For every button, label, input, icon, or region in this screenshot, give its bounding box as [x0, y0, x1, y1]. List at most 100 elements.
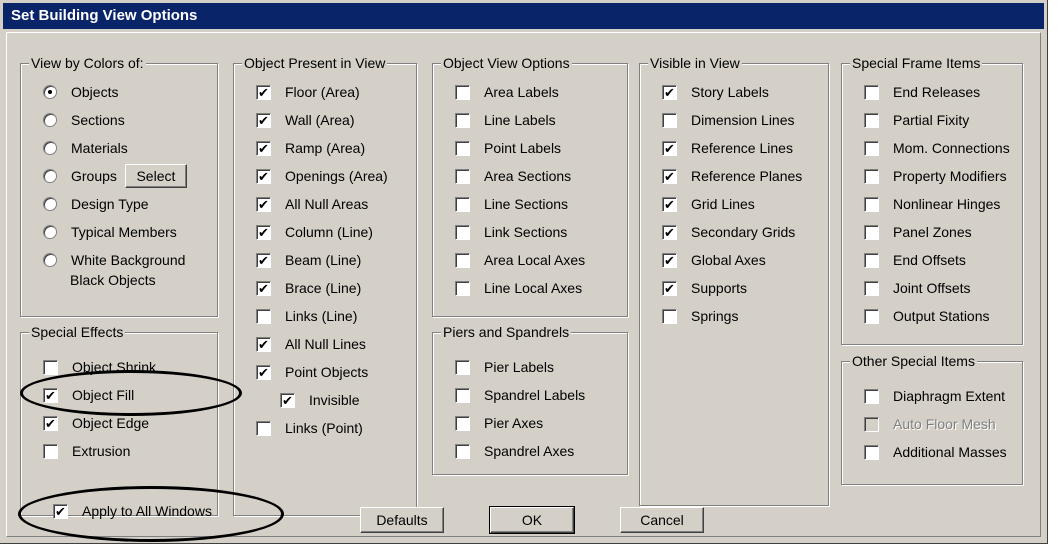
checkbox-pier-labels[interactable]: Pier Labels [455, 357, 554, 377]
selected-radio-button[interactable] [43, 85, 57, 99]
checked-checkbox-box[interactable]: ✔ [256, 84, 271, 100]
unchecked-checkbox-box[interactable] [864, 168, 879, 184]
unchecked-checkbox-box[interactable] [455, 387, 470, 403]
checkbox-dimension-lines[interactable]: Dimension Lines [662, 110, 795, 130]
cancel-button[interactable]: Cancel [620, 507, 704, 533]
checkbox-object-edge[interactable]: ✔ Object Edge [43, 413, 149, 433]
checkbox-beam-line[interactable]: ✔ Beam (Line) [256, 250, 361, 270]
checked-checkbox-box[interactable]: ✔ [256, 112, 271, 128]
checked-checkbox-box[interactable]: ✔ [662, 224, 677, 240]
checkbox-all-null-areas[interactable]: ✔ All Null Areas [256, 194, 368, 214]
checked-checkbox-box[interactable]: ✔ [256, 336, 271, 352]
checkbox-floor-area[interactable]: ✔ Floor (Area) [256, 82, 360, 102]
apply-to-all-windows-box[interactable]: ✔ [53, 503, 68, 519]
checkbox-partial-fixity[interactable]: Partial Fixity [864, 110, 969, 130]
checkbox-line-labels[interactable]: Line Labels [455, 110, 556, 130]
checkbox-diaphragm-extent[interactable]: Diaphragm Extent [864, 386, 1005, 406]
checkbox-secondary-grids[interactable]: ✔ Secondary Grids [662, 222, 795, 242]
checked-checkbox-box[interactable]: ✔ [256, 140, 271, 156]
checkbox-mom-connections[interactable]: Mom. Connections [864, 138, 1010, 158]
checked-checkbox-box[interactable]: ✔ [43, 387, 58, 403]
unchecked-checkbox-box[interactable] [455, 112, 470, 128]
checkbox-reference-lines[interactable]: ✔ Reference Lines [662, 138, 793, 158]
ok-button[interactable]: OK [489, 506, 575, 534]
defaults-button[interactable]: Defaults [360, 507, 444, 533]
apply-to-all-windows-checkbox[interactable]: ✔ Apply to All Windows [53, 501, 212, 521]
checkbox-openings-area[interactable]: ✔ Openings (Area) [256, 166, 388, 186]
checkbox-object-fill[interactable]: ✔ Object Fill [43, 385, 134, 405]
checkbox-joint-offsets[interactable]: Joint Offsets [864, 278, 971, 298]
checkbox-area-labels[interactable]: Area Labels [455, 82, 559, 102]
checkbox-all-null-lines[interactable]: ✔ All Null Lines [256, 334, 366, 354]
checkbox-brace-line[interactable]: ✔ Brace (Line) [256, 278, 361, 298]
unchecked-checkbox-box[interactable] [455, 84, 470, 100]
checkbox-end-releases[interactable]: End Releases [864, 82, 980, 102]
radio-groups[interactable]: Groups Select [43, 164, 187, 188]
checkbox-link-sections[interactable]: Link Sections [455, 222, 567, 242]
unchecked-checkbox-box[interactable] [864, 280, 879, 296]
unchecked-checkbox-box[interactable] [43, 359, 58, 375]
unselected-radio-button[interactable] [43, 113, 57, 127]
checkbox-links-line[interactable]: Links (Line) [256, 306, 357, 326]
radio-objects[interactable]: Objects [43, 82, 118, 102]
unchecked-checkbox-box[interactable] [455, 252, 470, 268]
radio-design-type[interactable]: Design Type [43, 194, 149, 214]
checked-checkbox-box[interactable]: ✔ [280, 392, 295, 408]
checked-checkbox-box[interactable]: ✔ [43, 415, 58, 431]
checked-checkbox-box[interactable]: ✔ [256, 280, 271, 296]
unchecked-checkbox-box[interactable] [455, 443, 470, 459]
checkbox-line-sections[interactable]: Line Sections [455, 194, 568, 214]
unchecked-checkbox-box[interactable] [43, 443, 58, 459]
checked-checkbox-box[interactable]: ✔ [256, 364, 271, 380]
unselected-radio-button[interactable] [43, 197, 57, 211]
unchecked-checkbox-box[interactable] [864, 140, 879, 156]
checkbox-point-labels[interactable]: Point Labels [455, 138, 561, 158]
unchecked-checkbox-box[interactable] [864, 252, 879, 268]
checkbox-spandrel-axes[interactable]: Spandrel Axes [455, 441, 574, 461]
checkbox-links-point[interactable]: Links (Point) [256, 418, 363, 438]
checkbox-panel-zones[interactable]: Panel Zones [864, 222, 972, 242]
checked-checkbox-box[interactable]: ✔ [662, 280, 677, 296]
checked-checkbox-box[interactable]: ✔ [662, 252, 677, 268]
unselected-radio-button[interactable] [43, 169, 57, 183]
unselected-radio-button[interactable] [43, 225, 57, 239]
checkbox-additional-masses[interactable]: Additional Masses [864, 442, 1007, 462]
radio-white-background[interactable]: White Background [43, 250, 185, 270]
checkbox-wall-area[interactable]: ✔ Wall (Area) [256, 110, 355, 130]
checkbox-springs[interactable]: Springs [662, 306, 738, 326]
checkbox-invisible[interactable]: ✔ Invisible [280, 390, 360, 410]
checked-checkbox-box[interactable]: ✔ [662, 196, 677, 212]
checkbox-supports[interactable]: ✔ Supports [662, 278, 747, 298]
checkbox-line-local-axes[interactable]: Line Local Axes [455, 278, 582, 298]
checkbox-grid-lines[interactable]: ✔ Grid Lines [662, 194, 755, 214]
checkbox-column-line[interactable]: ✔ Column (Line) [256, 222, 373, 242]
unchecked-checkbox-box[interactable] [662, 112, 677, 128]
unselected-radio-button[interactable] [43, 141, 57, 155]
unchecked-checkbox-box[interactable] [864, 84, 879, 100]
unchecked-checkbox-box[interactable] [455, 196, 470, 212]
unchecked-checkbox-box[interactable] [864, 444, 879, 460]
unchecked-checkbox-box[interactable] [455, 140, 470, 156]
checked-checkbox-box[interactable]: ✔ [256, 224, 271, 240]
checked-checkbox-box[interactable]: ✔ [662, 84, 677, 100]
checkbox-area-sections[interactable]: Area Sections [455, 166, 571, 186]
unchecked-checkbox-box[interactable] [864, 224, 879, 240]
checkbox-ramp-area[interactable]: ✔ Ramp (Area) [256, 138, 365, 158]
unchecked-checkbox-box[interactable] [864, 196, 879, 212]
checked-checkbox-box[interactable]: ✔ [662, 140, 677, 156]
checkbox-area-local-axes[interactable]: Area Local Axes [455, 250, 585, 270]
unchecked-checkbox-box[interactable] [455, 415, 470, 431]
select-groups-button[interactable]: Select [124, 164, 187, 188]
unchecked-checkbox-box[interactable] [864, 388, 879, 404]
unchecked-checkbox-box[interactable] [864, 112, 879, 128]
checkbox-spandrel-labels[interactable]: Spandrel Labels [455, 385, 585, 405]
checkbox-story-labels[interactable]: ✔ Story Labels [662, 82, 769, 102]
radio-typical-members[interactable]: Typical Members [43, 222, 177, 242]
radio-materials[interactable]: Materials [43, 138, 128, 158]
unchecked-checkbox-box[interactable] [455, 224, 470, 240]
unchecked-checkbox-box[interactable] [455, 359, 470, 375]
checkbox-nonlinear-hinges[interactable]: Nonlinear Hinges [864, 194, 1000, 214]
checked-checkbox-box[interactable]: ✔ [256, 196, 271, 212]
checkbox-pier-axes[interactable]: Pier Axes [455, 413, 543, 433]
unchecked-checkbox-box[interactable] [662, 308, 677, 324]
